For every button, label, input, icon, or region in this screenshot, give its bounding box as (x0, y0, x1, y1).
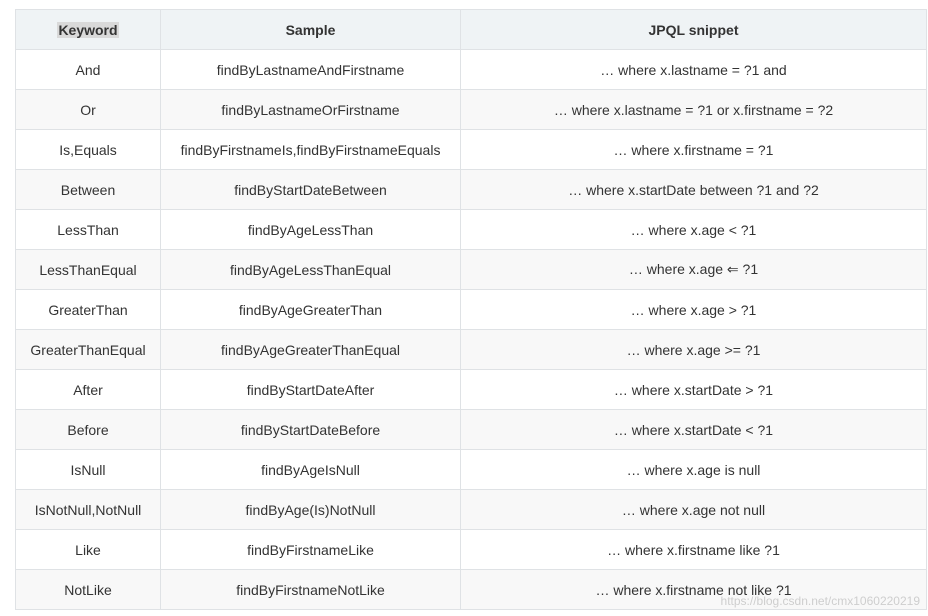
jpql-cell: … where x.age >= ?1 (460, 329, 927, 370)
sample-cell: findByLastnameOrFirstname (160, 89, 461, 130)
jpql-keyword-table-container: Keyword Sample JPQL snippet And findByLa… (15, 9, 927, 610)
keyword-cell: Between (15, 169, 161, 210)
sample-cell: findByAgeLessThan (160, 209, 461, 250)
keyword-cell: LessThan (15, 209, 161, 250)
table-row: Between findByStartDateBetween … where x… (15, 169, 927, 210)
sample-cell: findByAgeGreaterThanEqual (160, 329, 461, 370)
table-row: LessThan findByAgeLessThan … where x.age… (15, 209, 927, 250)
jpql-cell: … where x.firstname = ?1 (460, 129, 927, 170)
keyword-cell: GreaterThan (15, 289, 161, 330)
sample-cell: findByStartDateBetween (160, 169, 461, 210)
sample-cell: findByFirstnameIs,findByFirstnameEquals (160, 129, 461, 170)
sample-cell: findByAgeLessThanEqual (160, 249, 461, 290)
table-row: Or findByLastnameOrFirstname … where x.l… (15, 89, 927, 130)
jpql-cell: … where x.startDate < ?1 (460, 409, 927, 450)
sample-cell: findByFirstnameLike (160, 529, 461, 570)
table-row: After findByStartDateAfter … where x.sta… (15, 369, 927, 410)
sample-cell: findByStartDateBefore (160, 409, 461, 450)
table-row: Is,Equals findByFirstnameIs,findByFirstn… (15, 129, 927, 170)
jpql-cell: … where x.startDate > ?1 (460, 369, 927, 410)
header-sample: Sample (160, 9, 461, 50)
keyword-cell: And (15, 49, 161, 90)
table-row: And findByLastnameAndFirstname … where x… (15, 49, 927, 90)
table-row: Like findByFirstnameLike … where x.first… (15, 529, 927, 570)
jpql-cell: … where x.age not null (460, 489, 927, 530)
sample-cell: findByLastnameAndFirstname (160, 49, 461, 90)
table-row: LessThanEqual findByAgeLessThanEqual … w… (15, 249, 927, 290)
sample-cell: findByStartDateAfter (160, 369, 461, 410)
table-row: IsNull findByAgeIsNull … where x.age is … (15, 449, 927, 490)
table-row: GreaterThan findByAgeGreaterThan … where… (15, 289, 927, 330)
keyword-cell: After (15, 369, 161, 410)
keyword-cell: Like (15, 529, 161, 570)
table-row: Before findByStartDateBefore … where x.s… (15, 409, 927, 450)
keyword-cell: Is,Equals (15, 129, 161, 170)
jpql-cell: … where x.startDate between ?1 and ?2 (460, 169, 927, 210)
jpql-cell: … where x.lastname = ?1 and (460, 49, 927, 90)
watermark: https://blog.csdn.net/cmx1060220219 (720, 594, 920, 608)
keyword-cell: IsNull (15, 449, 161, 490)
jpql-cell: … where x.age is null (460, 449, 927, 490)
jpql-keyword-table: Keyword Sample JPQL snippet And findByLa… (15, 9, 927, 610)
jpql-cell: … where x.age ⇐ ?1 (460, 249, 927, 290)
jpql-cell: … where x.firstname like ?1 (460, 529, 927, 570)
sample-cell: findByFirstnameNotLike (160, 569, 461, 610)
sample-cell: findByAge(Is)NotNull (160, 489, 461, 530)
header-keyword-label: Keyword (57, 21, 119, 38)
header-jpql-snippet: JPQL snippet (460, 9, 927, 50)
keyword-cell: IsNotNull,NotNull (15, 489, 161, 530)
table-header-row: Keyword Sample JPQL snippet (15, 9, 927, 50)
sample-cell: findByAgeGreaterThan (160, 289, 461, 330)
keyword-cell: NotLike (15, 569, 161, 610)
keyword-cell: GreaterThanEqual (15, 329, 161, 370)
jpql-cell: … where x.lastname = ?1 or x.firstname =… (460, 89, 927, 130)
header-keyword: Keyword (15, 9, 161, 50)
keyword-cell: Or (15, 89, 161, 130)
table-row: GreaterThanEqual findByAgeGreaterThanEqu… (15, 329, 927, 370)
keyword-cell: Before (15, 409, 161, 450)
keyword-cell: LessThanEqual (15, 249, 161, 290)
jpql-cell: … where x.age > ?1 (460, 289, 927, 330)
sample-cell: findByAgeIsNull (160, 449, 461, 490)
jpql-cell: … where x.age < ?1 (460, 209, 927, 250)
table-row: IsNotNull,NotNull findByAge(Is)NotNull …… (15, 489, 927, 530)
